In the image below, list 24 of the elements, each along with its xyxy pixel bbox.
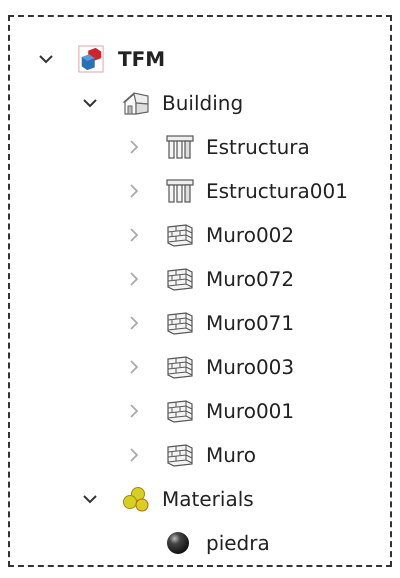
- tree-item[interactable]: Muro071: [206, 311, 294, 335]
- tree-item[interactable]: piedra: [206, 531, 270, 555]
- house-icon: [122, 90, 150, 116]
- spheres-icon: [122, 486, 150, 512]
- brick-wall-icon: [166, 443, 194, 467]
- brick-wall-icon: [166, 223, 194, 247]
- tree-item[interactable]: Muro002: [206, 223, 294, 247]
- brick-wall-icon: [166, 267, 194, 291]
- brick-wall-icon: [166, 355, 194, 379]
- tree-item[interactable]: Estructura001: [206, 179, 348, 203]
- sphere-icon: [166, 531, 190, 555]
- tree-item[interactable]: Building: [162, 91, 244, 115]
- tree-item[interactable]: TFM: [118, 47, 166, 71]
- columns-icon: [166, 178, 194, 204]
- brick-wall-icon: [166, 311, 194, 335]
- tree-item[interactable]: Muro003: [206, 355, 294, 379]
- tree-item[interactable]: Muro072: [206, 267, 294, 291]
- cubes-icon: [78, 45, 104, 73]
- tree-item[interactable]: Muro: [206, 443, 256, 467]
- tree-item[interactable]: Estructura: [206, 135, 310, 159]
- brick-wall-icon: [166, 399, 194, 423]
- tree-item[interactable]: Materials: [162, 487, 254, 511]
- columns-icon: [166, 134, 194, 160]
- tree-item[interactable]: Muro001: [206, 399, 294, 423]
